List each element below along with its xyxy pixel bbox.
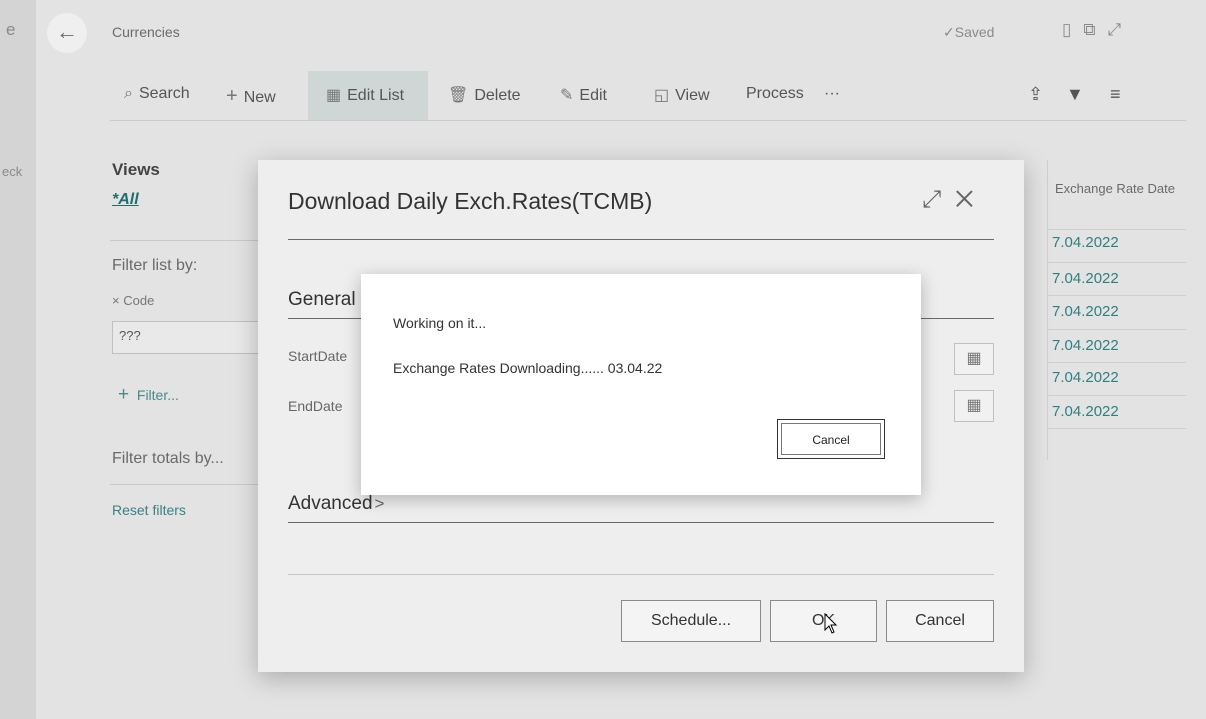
- end-date-label: EndDate: [288, 398, 343, 414]
- search-button[interactable]: ⌕ Search: [124, 85, 190, 103]
- row-divider: [1048, 395, 1186, 396]
- table-cell-date[interactable]: 7.04.2022: [1052, 303, 1119, 320]
- filter-list-by-label: Filter list by:: [112, 257, 198, 274]
- row-divider: [1048, 362, 1186, 363]
- new-button[interactable]: + New: [226, 85, 276, 108]
- divider: [110, 484, 260, 485]
- advanced-section-header[interactable]: Advanced >: [288, 493, 384, 515]
- action-toolbar: ⌕ Search + New ▦ Edit List 🗑 Delete ✎ Edit ◱ V…: [110, 71, 1186, 123]
- cancel-button[interactable]: Cancel: [886, 600, 994, 642]
- progress-title: Working on it...: [393, 315, 487, 331]
- table-cell-date[interactable]: 7.04.2022: [1052, 369, 1119, 386]
- view-all-link[interactable]: *All: [112, 191, 139, 209]
- expand-icon[interactable]: ⤢: [1108, 20, 1134, 39]
- view-label: View: [675, 87, 710, 104]
- back-button[interactable]: ←: [47, 13, 87, 53]
- row-divider: [1048, 295, 1186, 296]
- view-icon: ◱: [654, 87, 670, 104]
- progress-cancel-label: Cancel: [781, 423, 881, 455]
- title-underline: [288, 239, 994, 240]
- toolbar-divider: [110, 120, 1186, 121]
- table-cell-date[interactable]: 7.04.2022: [1052, 234, 1119, 251]
- close-icon[interactable]: ✕: [955, 186, 987, 213]
- left-fragment-text: eck: [2, 164, 23, 179]
- views-title: Views: [112, 160, 160, 179]
- table-cell-date[interactable]: 7.04.2022: [1052, 337, 1119, 354]
- left-fragment-text: e: [6, 20, 16, 39]
- expand-icon[interactable]: ⤢: [922, 186, 955, 213]
- pencil-icon: ✎: [560, 87, 574, 104]
- edit-list-icon: ▦: [326, 87, 342, 104]
- left-background-strip: e eck: [0, 0, 36, 719]
- progress-cancel-button[interactable]: Cancel: [777, 419, 885, 459]
- code-filter-input[interactable]: ???: [112, 321, 262, 354]
- row-divider: [1048, 262, 1186, 263]
- search-label: Search: [138, 85, 190, 102]
- breadcrumb: Currencies: [112, 24, 180, 40]
- header-icons: ▯⧉⤢: [1062, 20, 1133, 40]
- calendar-icon[interactable]: ▦: [954, 343, 994, 375]
- new-label: New: [243, 89, 276, 106]
- mouse-pointer-icon: [824, 613, 838, 634]
- share-icon[interactable]: ⇪: [1028, 84, 1043, 105]
- column-divider: [1047, 160, 1048, 460]
- advanced-label: Advanced: [288, 493, 373, 514]
- code-label-text: Code: [123, 293, 155, 308]
- delete-label: Delete: [474, 87, 521, 104]
- process-menu[interactable]: Process: [746, 85, 804, 103]
- edit-list-label: Edit List: [347, 87, 405, 104]
- view-button[interactable]: ◱ View: [654, 85, 710, 105]
- dialog-title: Download Daily Exch.Rates(TCMB): [288, 188, 653, 214]
- back-arrow-icon: ←: [56, 19, 78, 44]
- edit-list-button[interactable]: ▦ Edit List: [326, 85, 404, 105]
- start-date-label: StartDate: [288, 348, 348, 364]
- trash-icon: 🗑: [448, 87, 469, 104]
- edit-label: Edit: [579, 87, 607, 104]
- table-cell-date[interactable]: 7.04.2022: [1052, 270, 1119, 287]
- edit-button[interactable]: ✎ Edit: [560, 85, 607, 105]
- search-icon: ⌕: [124, 85, 133, 102]
- progress-message: Exchange Rates Downloading...... 03.04.2…: [393, 360, 663, 376]
- open-new-window-icon[interactable]: ⧉: [1083, 20, 1107, 39]
- divider: [110, 240, 260, 241]
- delete-button[interactable]: 🗑 Delete: [448, 85, 521, 105]
- code-filter-label: × Code: [112, 293, 154, 308]
- filter-icon[interactable]: ▼: [1066, 84, 1084, 105]
- row-divider: [1048, 229, 1186, 230]
- column-header-exchange-rate-date[interactable]: Exchange Rate Date: [1055, 180, 1185, 197]
- row-divider: [1048, 428, 1186, 429]
- filter-totals-by[interactable]: Filter totals by...: [112, 450, 224, 468]
- bookmark-icon[interactable]: ▯: [1062, 20, 1083, 39]
- add-filter-button[interactable]: + Filter...: [118, 384, 179, 406]
- saved-status: ✓Saved: [943, 24, 995, 40]
- progress-dialog: Working on it... Exchange Rates Download…: [361, 274, 921, 495]
- plus-icon: +: [226, 85, 238, 107]
- add-filter-label: Filter...: [136, 387, 179, 403]
- table-cell-date[interactable]: 7.04.2022: [1052, 403, 1119, 420]
- calendar-icon[interactable]: ▦: [954, 390, 994, 422]
- general-section-header[interactable]: General: [288, 289, 356, 311]
- footer-divider: [288, 574, 994, 575]
- reset-filters-link[interactable]: Reset filters: [112, 502, 186, 518]
- plus-icon: +: [118, 384, 130, 405]
- section-underline: [288, 522, 994, 523]
- row-divider: [1048, 329, 1186, 330]
- chevron-right-icon: >: [374, 494, 385, 513]
- list-view-icon[interactable]: ≡: [1110, 84, 1121, 105]
- more-actions-button[interactable]: ···: [824, 85, 840, 103]
- remove-filter-icon[interactable]: ×: [112, 293, 120, 308]
- dialog-window-controls: ⤢✕: [922, 186, 988, 214]
- schedule-button[interactable]: Schedule...: [621, 600, 761, 642]
